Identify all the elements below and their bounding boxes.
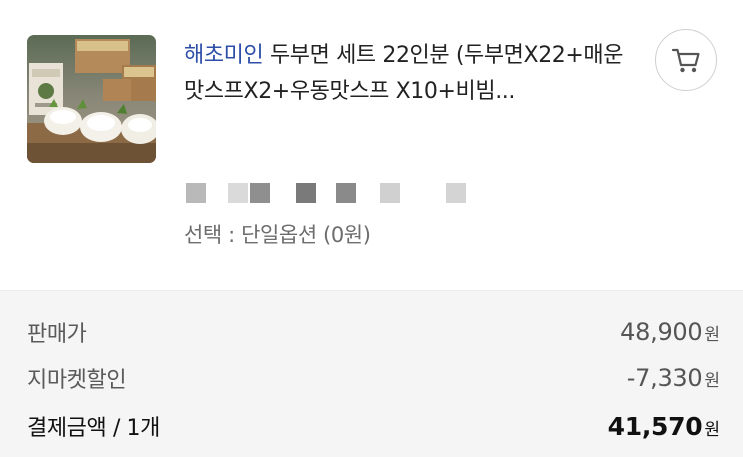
product-thumbnail[interactable]	[27, 35, 156, 163]
currency-unit: 원	[704, 371, 720, 391]
currency-unit: 원	[704, 325, 720, 345]
masked-info	[184, 183, 484, 203]
price-summary: 판매가 48,900 원 지마켓할인 -7,330 원 결제금액 / 1개 41…	[0, 290, 743, 457]
discount-value: -7,330	[626, 364, 703, 392]
sale-price-value: 48,900	[620, 318, 703, 346]
order-item-page: 해초미인 두부면 세트 22인분 (두부면X22+매운맛스프X2+우동맛스프 X…	[0, 0, 743, 457]
seller-name[interactable]: 해초미인	[184, 43, 264, 68]
shopping-cart-icon	[671, 48, 700, 73]
currency-unit: 원	[704, 419, 720, 440]
masked-block	[446, 183, 466, 203]
total-row: 결제금액 / 1개 41,570 원	[27, 408, 720, 444]
discount-amount: -7,330 원	[627, 364, 720, 392]
total-value: 41,570	[607, 411, 703, 441]
masked-block	[186, 183, 206, 203]
discount-row: 지마켓할인 -7,330 원	[27, 360, 720, 396]
sale-price-row: 판매가 48,900 원	[27, 314, 720, 350]
sale-price-label: 판매가	[27, 322, 87, 347]
total-label: 결제금액 / 1개	[27, 416, 160, 441]
masked-block	[228, 183, 248, 203]
selected-option: 선택 : 단일옵션 (0원)	[184, 223, 371, 247]
product-photo-tofu-noodles	[27, 35, 156, 163]
discount-label: 지마켓할인	[27, 368, 127, 393]
sale-price-amount: 48,900 원	[620, 318, 720, 346]
product-info: 해초미인 두부면 세트 22인분 (두부면X22+매운맛스프X2+우동맛스프 X…	[184, 38, 634, 110]
product-card: 해초미인 두부면 세트 22인분 (두부면X22+매운맛스프X2+우동맛스프 X…	[0, 0, 743, 290]
product-title[interactable]: 해초미인 두부면 세트 22인분 (두부면X22+매운맛스프X2+우동맛스프 X…	[184, 38, 634, 110]
masked-block	[380, 183, 400, 203]
total-amount: 41,570 원	[608, 412, 720, 441]
masked-block	[250, 183, 270, 203]
masked-block	[336, 183, 356, 203]
masked-block	[296, 183, 316, 203]
add-to-cart-button[interactable]	[655, 29, 717, 91]
